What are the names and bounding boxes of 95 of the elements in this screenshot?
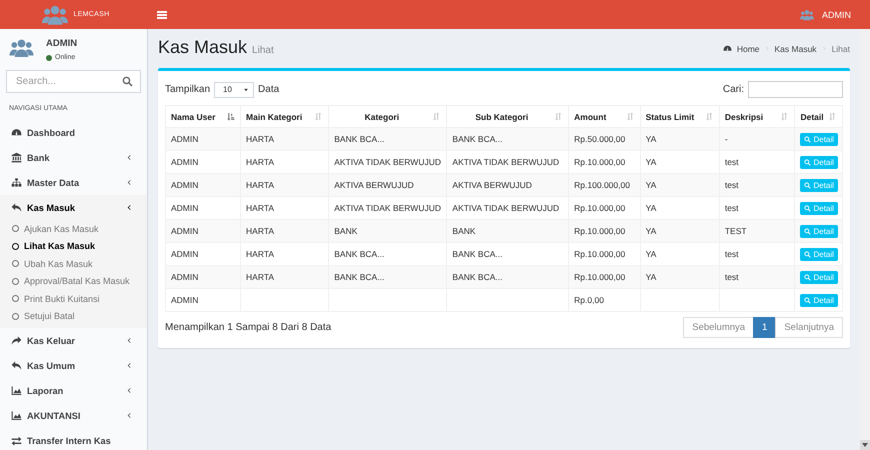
breadcrumb-link[interactable]: Kas Masuk [774,44,817,54]
table-cell: BANK BCA... [446,266,569,288]
menu-item[interactable]: Laporan [0,378,147,403]
submenu-item[interactable]: Ubah Kas Masuk [0,255,147,272]
length-label: Tampilkan [165,84,210,95]
chevron-left-icon [126,204,133,211]
search-icon [804,250,812,258]
chevron-left-icon [126,154,133,161]
search-input[interactable] [748,81,843,98]
search-icon [804,204,812,212]
submenu-item[interactable]: Approval/Batal Kas Masuk [0,272,147,290]
breadcrumb-separator-icon [822,46,827,51]
menu-item[interactable]: Dashboard [0,120,147,145]
user-group-icon [798,8,816,22]
table-cell: Rp.50.000,00 [568,128,640,150]
menu-item[interactable]: Transfer Intern Kas [0,428,147,450]
table-cell: Rp.10.000,00 [568,266,640,288]
reply-arrow-icon [11,202,22,213]
column-header[interactable]: Main Kategori [240,106,329,128]
table-cell: YA [640,220,720,242]
search-icon [804,228,812,234]
table-cell: HARTA [240,220,329,242]
menu-item[interactable]: Kas Keluar [0,328,147,353]
search-field[interactable]: Search... [6,70,141,93]
search-label: Cari: [722,84,744,95]
pagination-button[interactable]: 1 [753,317,776,338]
breadcrumb-link[interactable]: Home [736,44,760,54]
breadcrumb-separator-icon [764,46,770,51]
reply-arrow-icon [11,360,22,371]
table-cell: test [719,174,795,196]
page-subtitle: Lihat [252,45,274,56]
table-cell: YA [640,266,720,288]
area-chart-icon [11,385,22,396]
table-cell: BANK BCA... [446,128,569,150]
table-cell: BANK BCA... [328,266,447,288]
table-cell: ADMIN [166,128,241,150]
search-icon [804,158,812,166]
table-cell: AKTIVA BERWUJUD [446,174,569,196]
scroll-down-icon[interactable] [860,440,870,450]
table-cell: ADMIN [166,220,241,242]
table-cell: YA [640,128,720,150]
menu-item[interactable]: Master Data [0,170,147,195]
table-cell: Rp.0,00 [568,288,640,312]
table-cell: test [719,266,795,288]
search-icon [122,76,133,87]
menu-item[interactable]: Bank [0,145,147,170]
caret-icon [243,86,250,92]
page-length-dropdown[interactable]: 10 [214,82,254,98]
table-cell: HARTA [240,174,329,196]
chevron-left-icon [126,362,133,369]
table-cell: AKTIVA BERWUJUD [328,174,447,196]
table-cell: BANK [446,220,569,242]
menu-item[interactable]: AKUNTANSI [0,403,147,428]
table-cell: BANK [328,220,447,242]
menu-item[interactable]: Kas Umum [0,353,147,378]
user-menu[interactable]: ADMIN [798,8,851,22]
table-cell: YA [640,174,720,196]
search-icon [804,182,812,188]
table-cell: BANK BCA... [328,128,447,150]
table-cell: ADMIN [166,174,241,196]
chevron-left-icon [126,412,133,419]
chevron-left-icon [126,337,133,344]
submenu-item[interactable]: Ajukan Kas Masuk [0,220,147,238]
table-cell: ADMIN [166,266,241,288]
search-icon [804,274,812,280]
length-suffix: Data [258,84,280,95]
table-cell: - [719,128,795,150]
menu-item[interactable]: Kas Masuk [0,195,147,220]
bank-icon [11,152,22,163]
page-title: Kas Masuk [158,37,248,58]
submenu-item[interactable]: Setujui Batal [0,308,147,325]
area-chart-icon [11,410,22,421]
table-cell: Rp.100.000,00 [568,174,640,196]
chevron-left-icon [126,387,133,394]
table-cell: HARTA [240,266,329,288]
table-cell: HARTA [240,128,329,150]
chevron-left-icon [126,179,133,186]
exchange-icon [11,435,22,446]
table-cell: ADMIN [166,288,241,312]
column-header[interactable]: Kategori [328,106,447,128]
search-icon [804,136,812,142]
menu-icon[interactable] [157,10,167,20]
column-header[interactable]: Sub Kategori [446,106,569,128]
table-cell: Rp.10.000,00 [568,220,640,242]
column-header[interactable]: Nama User [166,106,241,128]
submenu-item[interactable]: Lihat Kas Masuk [0,238,147,255]
gauge-icon [722,44,732,53]
forward-arrow-icon [11,335,22,346]
search-icon [804,296,812,304]
submenu-item[interactable]: Print Bukti Kuitansi [0,290,147,308]
sitemap-icon [11,177,22,188]
table-cell: TEST [719,220,795,242]
gauge-icon [11,127,22,138]
user-name: ADMIN [46,38,78,49]
table-info: Menampilkan 1 Sampai 8 Dari 8 Data [165,322,332,333]
